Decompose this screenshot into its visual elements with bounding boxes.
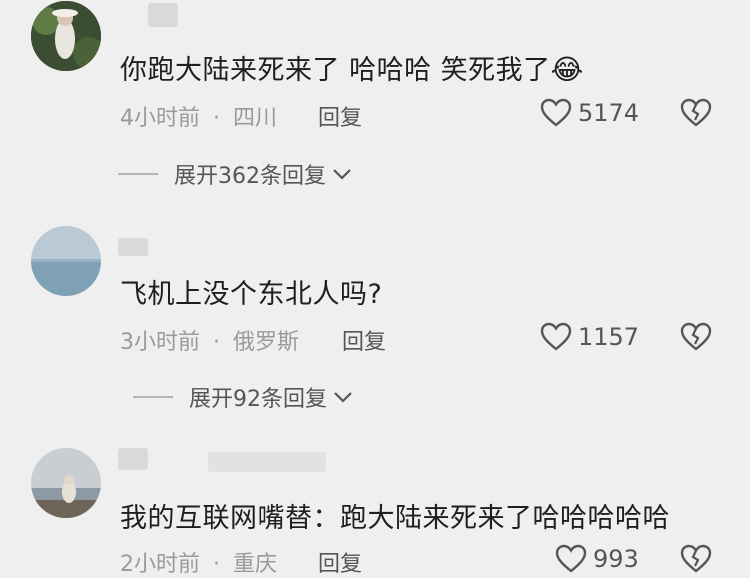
heart-outline-icon (540, 98, 572, 127)
expand-replies-button[interactable]: 展开362条回复 (118, 158, 352, 190)
reply-button[interactable]: 回复 (318, 100, 362, 132)
comment-time: 4小时前 (120, 106, 200, 131)
broken-heart-icon (680, 98, 712, 127)
expand-replies-label: 展开362条回复 (174, 164, 326, 189)
heart-outline-icon (555, 544, 587, 573)
comment-meta: 3小时前 · 俄罗斯 (120, 324, 299, 356)
like-button[interactable]: 1157 (540, 322, 639, 352)
reply-button[interactable]: 回复 (318, 546, 362, 578)
comment-location: 四川 (233, 106, 278, 131)
chevron-down-icon (333, 169, 351, 180)
chevron-down-icon (334, 392, 352, 403)
laughing-emoji-icon: 😂 (550, 53, 584, 86)
like-button[interactable]: 993 (555, 544, 639, 574)
comment-text: 飞机上没个东北人吗? (120, 279, 383, 310)
avatar[interactable] (31, 448, 101, 518)
comment-text: 你跑大陆来死来了 哈哈哈 笑死我了😂 (120, 53, 584, 86)
broken-heart-icon (680, 544, 712, 573)
username-blurred[interactable] (148, 3, 178, 27)
like-count: 1157 (578, 323, 640, 351)
comment-time: 2小时前 (120, 552, 200, 577)
username-blurred[interactable] (118, 238, 148, 256)
avatar[interactable] (31, 226, 101, 296)
like-count: 5174 (578, 99, 640, 127)
dislike-button[interactable] (680, 98, 712, 132)
dislike-button[interactable] (680, 544, 712, 578)
meta-separator: · (213, 552, 220, 577)
expand-replies-button[interactable]: 展开92条回复 (133, 381, 353, 413)
comment-meta: 2小时前 · 重庆 (120, 546, 277, 578)
username-blurred-text[interactable] (208, 452, 326, 472)
comment-location: 重庆 (233, 552, 278, 577)
like-button[interactable]: 5174 (540, 98, 639, 128)
like-count: 993 (593, 545, 639, 573)
heart-outline-icon (540, 322, 572, 351)
comment-meta: 4小时前 · 四川 (120, 100, 277, 132)
comment-text: 我的互联网嘴替：跑大陆来死来了哈哈哈哈哈 (120, 503, 670, 534)
divider-line (133, 396, 173, 398)
meta-separator: · (213, 106, 220, 131)
comment-location: 俄罗斯 (233, 330, 300, 355)
divider-line (118, 173, 158, 175)
expand-replies-label: 展开92条回复 (189, 387, 327, 412)
meta-separator: · (213, 330, 220, 355)
reply-button[interactable]: 回复 (342, 324, 386, 356)
dislike-button[interactable] (680, 322, 712, 356)
username-blurred[interactable] (118, 448, 148, 470)
avatar[interactable] (31, 1, 101, 71)
broken-heart-icon (680, 322, 712, 351)
comment-time: 3小时前 (120, 330, 200, 355)
